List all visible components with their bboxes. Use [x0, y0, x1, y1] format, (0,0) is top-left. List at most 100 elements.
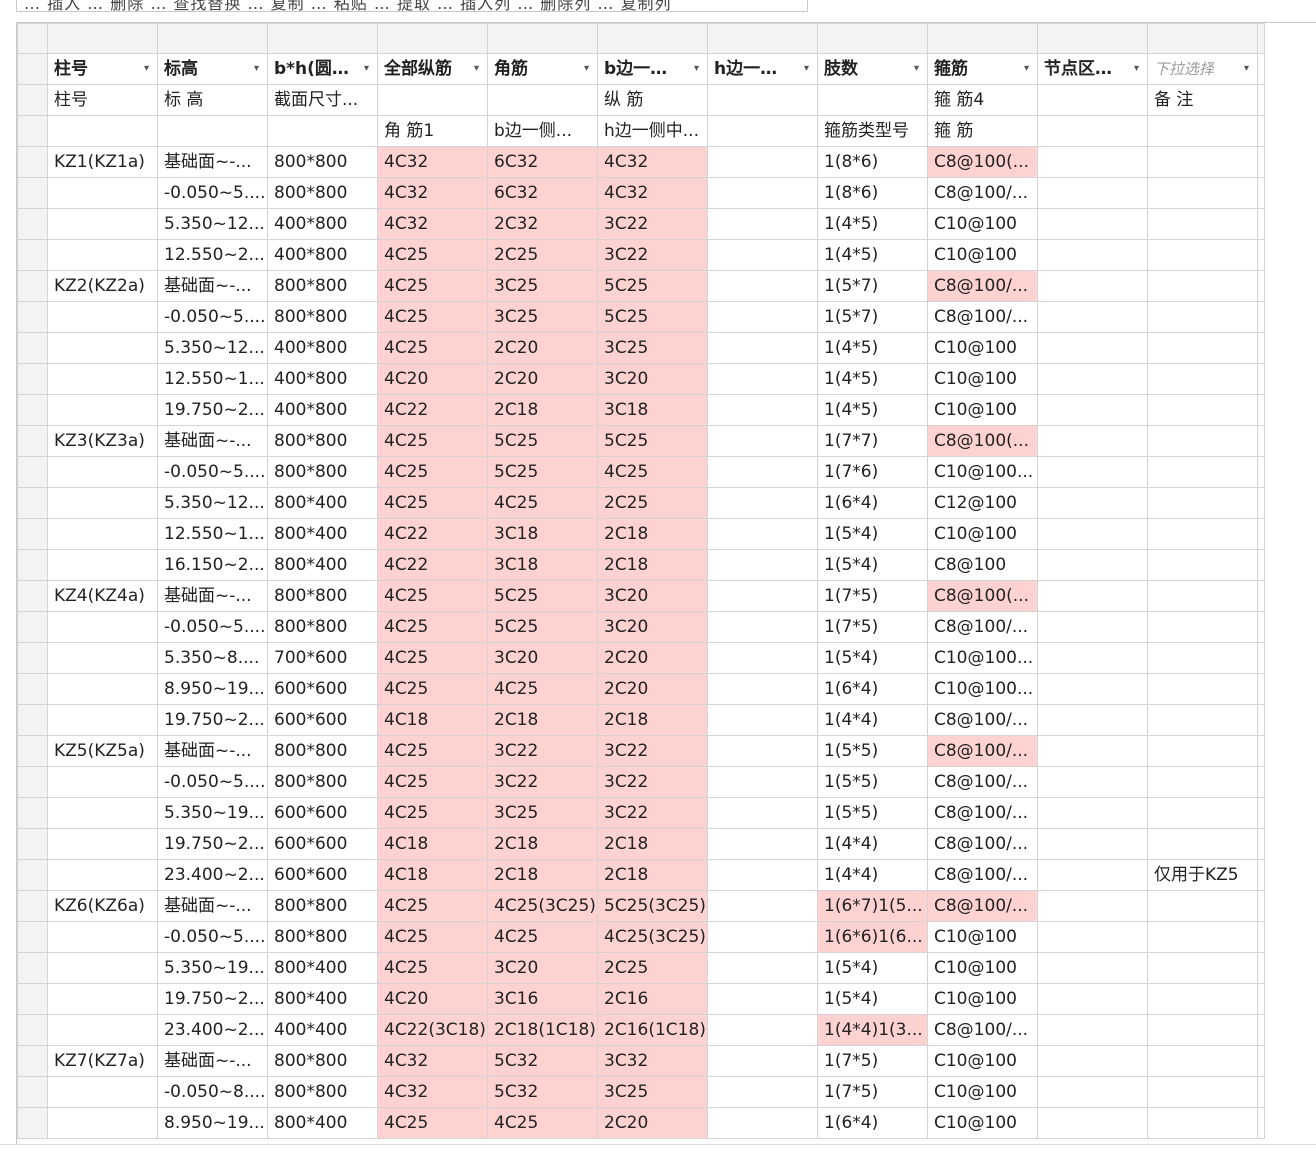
table-cell[interactable]: C10@100 [927, 1107, 1038, 1140]
table-cell[interactable] [1037, 394, 1148, 427]
table-cell[interactable] [1037, 704, 1148, 737]
subheader-cell[interactable]: 备 注 [1147, 84, 1258, 117]
table-cell[interactable]: 3C18 [487, 518, 598, 551]
table-cell[interactable]: 基础面~-... [157, 425, 268, 458]
subheader-cell[interactable] [707, 84, 818, 117]
table-cell[interactable]: 4C25 [377, 921, 488, 954]
table-cell[interactable]: 800*800 [267, 301, 378, 334]
table-cell[interactable]: C8@100/... [927, 859, 1038, 892]
table-cell[interactable]: 600*600 [267, 797, 378, 830]
table-cell[interactable] [1037, 580, 1148, 613]
table-cell[interactable]: 5C25 [487, 456, 598, 489]
table-cell[interactable]: 3C25 [487, 301, 598, 334]
table-cell[interactable]: 3C18 [597, 394, 708, 427]
table-cell[interactable] [47, 921, 158, 954]
table-cell[interactable]: 2C18 [597, 704, 708, 737]
table-cell[interactable]: 1(5*4) [817, 952, 928, 985]
table-cell[interactable]: 5C32 [487, 1045, 598, 1078]
table-cell[interactable]: 4C25 [597, 456, 708, 489]
row-header[interactable] [17, 952, 48, 985]
table-cell[interactable]: 800*400 [267, 1107, 378, 1140]
subheader-cell[interactable] [1147, 115, 1258, 148]
table-cell[interactable]: 5.350~12... [157, 487, 268, 520]
table-cell[interactable]: C12@100 [927, 487, 1038, 520]
table-cell[interactable]: 3C32 [597, 1045, 708, 1078]
table-cell[interactable]: 仅用于KZ5 [1147, 859, 1258, 892]
table-cell[interactable] [707, 735, 818, 768]
table-cell[interactable] [1037, 177, 1148, 210]
table-cell[interactable]: 1(7*5) [817, 1045, 928, 1078]
table-cell[interactable]: 3C22 [597, 766, 708, 799]
table-cell[interactable] [1147, 766, 1258, 799]
table-cell[interactable]: 3C20 [597, 363, 708, 396]
subheader-cell[interactable]: 箍 筋 [927, 115, 1038, 148]
table-cell[interactable]: 1(6*6)1(6... [817, 921, 928, 954]
table-cell[interactable] [707, 208, 818, 241]
table-cell[interactable]: 3C20 [597, 611, 708, 644]
table-cell[interactable]: 3C25 [597, 1076, 708, 1109]
table-cell[interactable] [707, 1076, 818, 1109]
table-cell[interactable]: C10@100 [927, 952, 1038, 985]
table-cell[interactable]: 5.350~12... [157, 332, 268, 365]
table-cell[interactable] [47, 1014, 158, 1047]
table-cell[interactable] [707, 1107, 818, 1140]
column-header[interactable]: 柱号 ▾ [47, 53, 158, 86]
table-cell[interactable]: 基础面~-... [157, 580, 268, 613]
column-selector[interactable] [707, 23, 818, 55]
table-cell[interactable]: 5.350~12... [157, 208, 268, 241]
column-selector[interactable] [597, 23, 708, 55]
table-cell[interactable]: C8@100(... [927, 425, 1038, 458]
table-cell[interactable]: 800*800 [267, 1076, 378, 1109]
table-cell[interactable]: 800*800 [267, 890, 378, 923]
table-cell[interactable] [707, 921, 818, 954]
table-cell[interactable]: 3C22 [597, 239, 708, 272]
table-cell[interactable] [1037, 859, 1148, 892]
table-cell[interactable]: C8@100 [927, 549, 1038, 582]
table-cell[interactable] [1037, 921, 1148, 954]
table-cell[interactable] [707, 673, 818, 706]
table-cell[interactable]: C8@100/... [927, 301, 1038, 334]
table-cell[interactable]: 5C25 [597, 301, 708, 334]
table-cell[interactable]: 1(8*6) [817, 146, 928, 179]
table-cell[interactable]: KZ7(KZ7a) [47, 1045, 158, 1078]
table-cell[interactable]: 5.350~19... [157, 952, 268, 985]
table-cell[interactable] [1147, 301, 1258, 334]
table-cell[interactable]: 1(5*4) [817, 983, 928, 1016]
table-cell[interactable] [1147, 673, 1258, 706]
chevron-down-icon[interactable]: ▾ [474, 55, 479, 84]
table-cell[interactable] [47, 363, 158, 396]
table-cell[interactable]: 2C18 [597, 828, 708, 861]
subheader-cell[interactable]: h边一侧中... [597, 115, 708, 148]
table-cell[interactable]: 2C18 [597, 859, 708, 892]
column-selector[interactable] [487, 23, 598, 55]
table-cell[interactable]: 4C18 [377, 828, 488, 861]
table-cell[interactable]: 5C25 [487, 580, 598, 613]
row-header[interactable] [17, 735, 48, 768]
table-cell[interactable] [707, 890, 818, 923]
table-cell[interactable] [47, 394, 158, 427]
table-cell[interactable]: 1(5*4) [817, 549, 928, 582]
table-cell[interactable]: 4C25 [377, 456, 488, 489]
table-cell[interactable] [707, 952, 818, 985]
table-cell[interactable]: 23.400~2... [157, 859, 268, 892]
column-selector[interactable] [47, 23, 158, 55]
table-cell[interactable] [707, 642, 818, 675]
table-cell[interactable] [707, 580, 818, 613]
subheader-cell[interactable] [817, 84, 928, 117]
row-header[interactable] [17, 53, 48, 86]
column-header[interactable]: 箍筋 ▾ [927, 53, 1038, 86]
table-cell[interactable]: 1(4*4) [817, 859, 928, 892]
table-cell[interactable]: 3C22 [487, 735, 598, 768]
table-cell[interactable]: 5C25(3C25) [597, 890, 708, 923]
table-cell[interactable] [1147, 890, 1258, 923]
table-cell[interactable] [1147, 208, 1258, 241]
table-cell[interactable]: C10@100 [927, 208, 1038, 241]
table-cell[interactable]: 4C22 [377, 549, 488, 582]
table-cell[interactable] [1147, 642, 1258, 675]
table-cell[interactable]: C8@100/... [927, 1014, 1038, 1047]
table-cell[interactable]: 1(7*5) [817, 580, 928, 613]
table-cell[interactable]: C10@100 [927, 394, 1038, 427]
table-cell[interactable]: C10@100 [927, 363, 1038, 396]
table-cell[interactable]: 2C18 [487, 704, 598, 737]
table-cell[interactable]: 4C25 [377, 611, 488, 644]
